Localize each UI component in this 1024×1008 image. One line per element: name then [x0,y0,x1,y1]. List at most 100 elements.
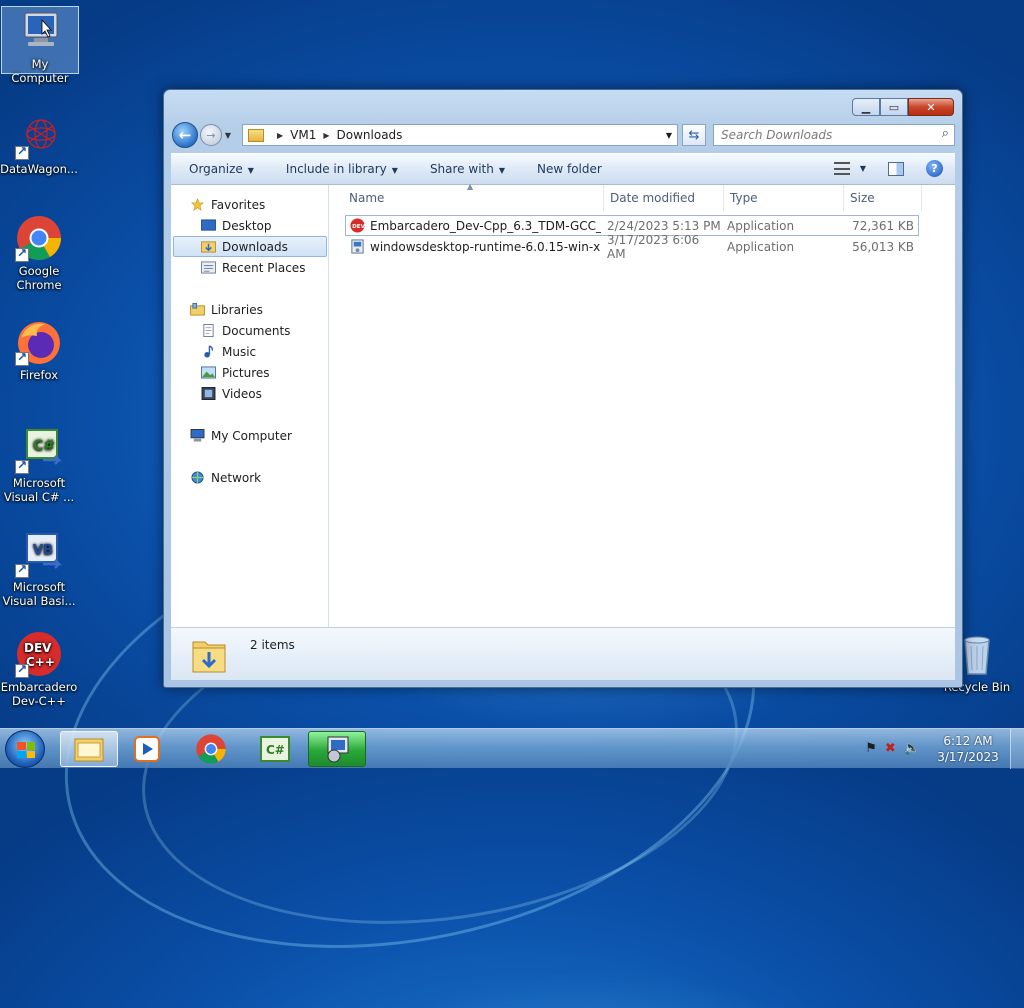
volume-icon[interactable]: 🔈 [904,741,920,756]
network-status-icon[interactable]: ✖ [885,741,896,756]
recent-pages-dropdown[interactable]: ▼ [222,131,234,140]
shortcut-arrow-icon [15,562,29,578]
back-arrow-icon: ← [178,126,192,144]
change-view-icon[interactable] [833,162,850,175]
desktop-icon-my-computer[interactable]: My Computer [1,6,79,85]
nav-downloads[interactable]: Downloads [173,236,327,257]
nav-favorites[interactable]: Favorites [171,194,328,215]
nav-recent-places[interactable]: Recent Places [171,257,328,278]
nav-my-computer[interactable]: My Computer [171,425,328,446]
navigation-pane: Favorites Desktop Downloads Recent Place… [171,185,329,627]
taskbar-media-player[interactable] [118,731,176,767]
nav-my-computer-label: My Computer [211,428,292,443]
star-icon [191,198,204,211]
shortcut-arrow-icon [15,350,29,366]
new-folder-button[interactable]: New folder [537,162,602,176]
desktop-icon-visual-csharp[interactable]: C# Microsoft Visual C# ... [0,426,78,504]
search-input[interactable]: Search Downloads ⌕ [713,124,955,146]
breadcrumb-chevron-icon[interactable]: ▶ [277,131,283,140]
address-bar[interactable]: ▶ VM1 ▶ Downloads ▼ [242,124,678,146]
desktop-icon-firefox[interactable]: Firefox [0,318,78,382]
nav-network[interactable]: Network [171,467,328,488]
chrome-icon [196,734,226,764]
nav-downloads-label: Downloads [222,239,288,254]
nav-libraries[interactable]: Libraries [171,299,328,320]
navigation-bar: ← → ▼ ▶ VM1 ▶ Downloads ▼ ⇆ Search Downl… [172,120,955,150]
desktop-icon-datawagon[interactable]: DataWagon... [0,112,78,176]
file-type: Application [727,218,795,233]
devcpp-installer-icon: DEV [350,218,365,233]
svg-text:C#: C# [266,743,285,757]
svg-text:DEV: DEV [352,224,365,230]
file-row[interactable]: windowsdesktop-runtime-6.0.15-win-x64 3/… [345,233,919,261]
music-icon [204,345,214,358]
show-desktop-button[interactable] [1010,729,1024,769]
breadcrumb-vm1[interactable]: VM1 [290,128,316,142]
nav-videos[interactable]: Videos [171,383,328,404]
dropdown-arrow-icon: ▼ [247,166,254,175]
file-size: 56,013 KB [852,239,914,254]
nav-desktop[interactable]: Desktop [171,215,328,236]
breadcrumb-chevron-icon[interactable]: ▶ [323,131,329,140]
clock[interactable]: 6:12 AM 3/17/2023 [936,733,1000,765]
taskbar-explorer[interactable] [60,731,118,767]
command-bar: Organize ▼ Include in library ▼ Share with… [171,153,955,185]
help-icon[interactable]: ? [926,160,943,177]
taskbar-chrome[interactable] [182,731,240,767]
minimize-button[interactable]: ▁ [852,98,880,116]
taskbar-visual-csharp[interactable]: C# [246,731,304,767]
shortcut-arrow-icon [15,662,29,678]
desktop-icon-label: Microsoft Visual Basi... [2,580,76,608]
network-icon [191,471,204,484]
downloads-folder-icon [201,241,216,253]
nav-videos-label: Videos [222,386,262,401]
explorer-folder-icon [74,738,104,762]
desktop-icon-devcpp[interactable]: DEVC++ Embarcadero Dev-C++ [0,630,78,708]
shortcut-arrow-icon [15,246,29,262]
preview-pane-icon[interactable] [888,161,904,176]
svg-text:C#: C# [33,438,55,454]
search-icon[interactable]: ⌕ [942,126,949,141]
share-with-button[interactable]: Share with ▼ [430,162,505,176]
desktop-icon-visual-basic[interactable]: VB Microsoft Visual Basi... [0,530,78,608]
column-date-modified[interactable]: Date modified [604,185,724,211]
refresh-button[interactable]: ⇆ [682,124,706,146]
nav-pictures[interactable]: Pictures [171,362,328,383]
column-size[interactable]: Size [844,185,922,211]
desktop-icon-label: Microsoft Visual C# ... [3,476,75,504]
svg-text:DEV: DEV [24,641,52,655]
nav-music-label: Music [222,344,257,359]
share-with-label: Share with [429,162,494,176]
desktop-icon-label: Firefox [19,368,59,382]
installer-icon [327,736,349,763]
address-dropdown-icon[interactable]: ▼ [666,131,672,140]
windows-logo-icon [17,742,35,758]
clock-date: 3/17/2023 [937,750,999,764]
forward-arrow-icon: → [206,128,216,142]
explorer-window: ▁ ▭ ✕ ← → ▼ ▶ VM1 ▶ Downloads ▼ ⇆ Search… [163,89,963,688]
desktop-icon-chrome[interactable]: Google Chrome [0,214,78,292]
file-name-cell: windowsdesktop-runtime-6.0.15-win-x64 [346,239,601,254]
nav-music[interactable]: Music [171,341,328,362]
view-dropdown-icon[interactable]: ▼ [860,164,866,173]
maximize-button[interactable]: ▭ [880,98,908,116]
media-player-icon [134,736,160,762]
file-date: 2/24/2023 5:13 PM [607,218,721,233]
forward-button[interactable]: → [200,124,222,146]
file-list: ▲ Name Date modified Type Size DEV Embar… [331,182,955,627]
column-type[interactable]: Type [724,185,844,211]
details-pane: 2 items [171,627,955,680]
breadcrumb-downloads[interactable]: Downloads [337,128,403,142]
include-in-library-button[interactable]: Include in library ▼ [286,162,398,176]
back-button[interactable]: ← [172,122,198,148]
nav-documents[interactable]: Documents [171,320,328,341]
system-tray: ⚑ ✖ 🔈 [865,741,920,756]
start-button[interactable] [5,730,45,768]
action-center-icon[interactable]: ⚑ [865,741,877,756]
file-name: windowsdesktop-runtime-6.0.15-win-x64 [370,239,601,254]
organize-button[interactable]: Organize ▼ [189,162,254,176]
taskbar-installer[interactable] [308,731,366,767]
close-button[interactable]: ✕ [908,98,954,116]
